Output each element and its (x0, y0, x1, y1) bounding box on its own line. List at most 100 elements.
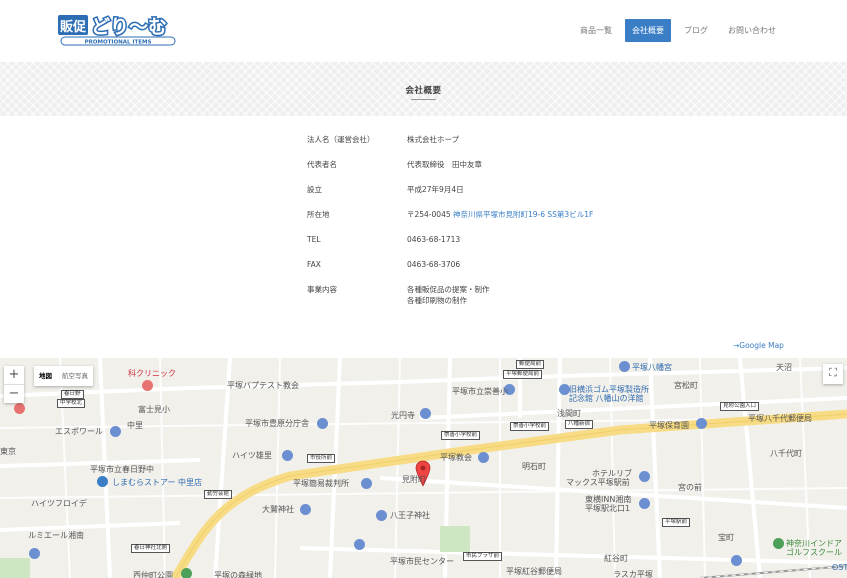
map-label: 見附町 (402, 475, 426, 484)
svg-text:PROMOTIONAL ITEMS: PROMOTIONAL ITEMS (85, 40, 152, 46)
hotel-poi-icon[interactable] (639, 471, 650, 482)
bus-poi-icon[interactable] (354, 539, 365, 550)
court-poi-icon[interactable] (361, 478, 372, 489)
nav-contact[interactable]: お問い合わせ (721, 19, 783, 42)
road-sign: 平塚駅前 (662, 518, 691, 527)
map-label: 記念館 八幡山の洋館 (569, 394, 644, 403)
nav-products[interactable]: 商品一覧 (573, 19, 619, 42)
lumiere-poi-icon[interactable] (29, 548, 40, 559)
business-line-1: 各種販促品の提案・制作 (407, 285, 490, 294)
info-key: 法人名（運営会社） (307, 135, 375, 144)
map-label: ラスカ平塚 (613, 570, 653, 578)
map-label: 平塚紅谷郵便局 (506, 567, 562, 576)
map-label: 宮の前 (678, 483, 702, 492)
toyoko-poi-icon[interactable] (639, 498, 650, 509)
left-poi-icon[interactable] (14, 403, 25, 414)
map-label: 八千代町 (770, 449, 802, 458)
road-sign: 崇善小学校前 (510, 422, 550, 431)
company-name-link[interactable]: 株式会社ホープ (407, 134, 459, 159)
map-label: 富士見小 (138, 405, 170, 414)
info-key: 代表者名 (307, 160, 337, 169)
map-label: 平塚バプテスト教会 (227, 381, 299, 390)
zoom-out-button[interactable]: − (4, 385, 24, 403)
map-label: ハイツフロイデ (31, 499, 87, 508)
embedded-map[interactable]: 科クリニック 平塚八幡宮 天沼 平塚バプテスト教会 平塚市立崇善小 旧横浜ゴム平… (0, 358, 847, 578)
map-label: 平塚保育園 (649, 421, 689, 430)
map-label: 平塚市民センター (390, 557, 454, 566)
map-type-satellite[interactable]: 航空写真 (57, 366, 93, 386)
zoom-control: + − (4, 366, 24, 403)
info-row-founded: 設立 平成27年9月4日 (307, 184, 707, 209)
nav-blog[interactable]: ブログ (677, 19, 715, 42)
svg-text:販促: 販促 (60, 19, 87, 35)
park-poi-icon[interactable] (181, 568, 192, 578)
temple-poi-icon[interactable] (420, 408, 431, 419)
site-header: 販促 どり〜む PROMOTIONAL ITEMS 商品一覧 会社概要 ブログ … (0, 0, 847, 62)
info-row-fax: FAX 0463-68-3706 (307, 259, 707, 284)
map-label: 明石町 (522, 462, 546, 471)
business-line-2: 各種印刷物の制作 (407, 296, 467, 305)
road-sign: 八幡新宿 (565, 420, 594, 429)
info-row-business: 事業内容 各種販促品の提案・制作 各種印刷物の制作 (307, 284, 707, 314)
tel-link[interactable]: 0463-68-1713 (407, 234, 460, 259)
map-label: 西仲町公園 (133, 571, 173, 578)
nursery-poi-icon[interactable] (696, 418, 707, 429)
map-label: 紅谷町 (604, 554, 628, 563)
map-label: 科クリニック (128, 369, 176, 378)
company-info-table: 法人名（運営会社） 株式会社ホープ 代表者名 代表取締役 田中友章 設立 平成2… (307, 134, 707, 314)
road-sign: 市民プラザ前 (463, 552, 503, 561)
shrine-poi-icon[interactable] (619, 361, 630, 372)
map-label: 中里 (127, 421, 143, 430)
map-label: 平塚八幡宮 (632, 363, 672, 372)
office-poi-icon[interactable] (317, 418, 328, 429)
map-label: マックス平塚駅前 (566, 478, 630, 487)
map-label: 宝町 (718, 533, 734, 542)
road-sign: 勤労会館 (204, 490, 233, 499)
info-row-address: 所在地 〒254-0045 神奈川県平塚市見附町19-6 SS第3ビル1F (307, 209, 707, 234)
otori-poi-icon[interactable] (300, 504, 311, 515)
road-sign: 見附公園入口 (720, 402, 760, 411)
info-value: 平成27年9月4日 (407, 185, 464, 194)
info-row-tel: TEL 0463-68-1713 (307, 234, 707, 259)
map-label: 平塚八千代郵便局 (748, 414, 812, 423)
zoom-in-button[interactable]: + (4, 366, 24, 384)
haimu-poi-icon[interactable] (282, 450, 293, 461)
road-sign: 春日神社北側 (131, 544, 171, 553)
map-label: ゴルフスクール (786, 548, 842, 557)
map-label: 平塚市豊原分庁舎 (245, 419, 309, 428)
info-key: FAX (307, 260, 321, 269)
golf-poi-icon[interactable] (773, 538, 784, 549)
map-label: 浅間町 (557, 409, 581, 418)
address-link[interactable]: 神奈川県平塚市見附町19-6 SS第3ビル1F (453, 210, 593, 219)
church-poi-icon[interactable] (478, 452, 489, 463)
map-label: OST (832, 563, 847, 572)
info-key: 事業内容 (307, 285, 337, 294)
road-sign: 市役所前 (307, 454, 336, 463)
page-banner: 会社概要 (0, 62, 847, 116)
espoir-poi-icon[interactable] (110, 426, 121, 437)
fullscreen-icon[interactable]: ⛶ (823, 364, 843, 384)
info-key: TEL (307, 235, 321, 244)
shopping-poi-icon[interactable] (97, 476, 108, 487)
map-type-roadmap[interactable]: 地図 (34, 366, 57, 386)
info-value: 各種販促品の提案・制作 各種印刷物の制作 (407, 284, 490, 314)
google-map-link[interactable]: →Google Map (733, 341, 784, 350)
road-sign: 中学校北 (57, 399, 86, 408)
road-sign: 春日野 (61, 390, 84, 399)
nav-company[interactable]: 会社概要 (625, 19, 671, 42)
map-label: 光円寺 (391, 411, 415, 420)
info-key: 所在地 (307, 210, 330, 219)
map-label: 平塚教会 (440, 453, 472, 462)
shrine2-poi-icon[interactable] (376, 510, 387, 521)
road-sign: 崇善小学校前 (441, 431, 481, 440)
map-label: 天沼 (776, 363, 792, 372)
info-row-representative: 代表者名 代表取締役 田中友章 (307, 159, 707, 184)
map-label: 平塚市立春日野中 (90, 465, 154, 474)
map-label: 大鷲神社 (262, 505, 294, 514)
map-label: 東京 (0, 447, 16, 456)
site-logo[interactable]: 販促 どり〜む PROMOTIONAL ITEMS (57, 12, 177, 46)
road-sign: 平塚郵便局前 (503, 370, 543, 379)
map-type-control: 地図 航空写真 (34, 366, 93, 386)
post-poi-icon[interactable] (731, 555, 742, 566)
hospital-poi-icon[interactable] (142, 380, 153, 391)
